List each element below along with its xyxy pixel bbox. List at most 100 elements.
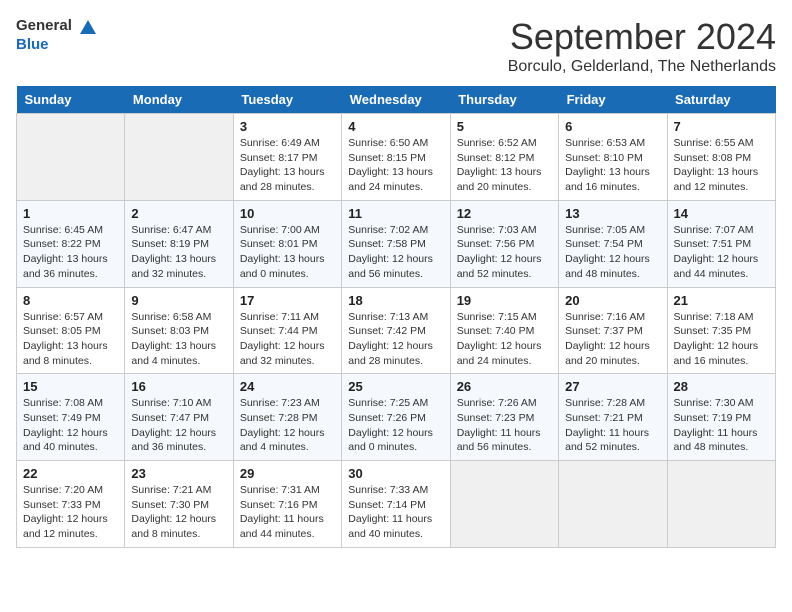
day-number: 22 — [23, 466, 118, 481]
day-info: Sunrise: 7:28 AM Sunset: 7:21 PM Dayligh… — [565, 396, 660, 455]
calendar-cell: 6 Sunrise: 6:53 AM Sunset: 8:10 PM Dayli… — [559, 114, 667, 201]
daylight-label: Daylight: 13 hours and 20 minutes. — [457, 166, 542, 193]
logo: General Blue — [16, 16, 98, 53]
sunrise-label: Sunrise: 6:47 AM — [131, 224, 211, 236]
day-number: 14 — [674, 206, 769, 221]
daylight-label: Daylight: 12 hours and 32 minutes. — [240, 340, 325, 367]
calendar-cell — [667, 461, 775, 548]
day-number: 8 — [23, 293, 118, 308]
calendar-cell: 1 Sunrise: 6:45 AM Sunset: 8:22 PM Dayli… — [17, 200, 125, 287]
title-block: September 2024 Borculo, Gelderland, The … — [508, 16, 776, 76]
day-number: 20 — [565, 293, 660, 308]
day-number: 13 — [565, 206, 660, 221]
daylight-label: Daylight: 12 hours and 0 minutes. — [348, 427, 433, 454]
sunset-label: Sunset: 8:17 PM — [240, 152, 318, 164]
calendar-cell: 7 Sunrise: 6:55 AM Sunset: 8:08 PM Dayli… — [667, 114, 775, 201]
sunset-label: Sunset: 8:12 PM — [457, 152, 535, 164]
day-number: 10 — [240, 206, 335, 221]
day-info: Sunrise: 7:10 AM Sunset: 7:47 PM Dayligh… — [131, 396, 226, 455]
daylight-label: Daylight: 13 hours and 12 minutes. — [674, 166, 759, 193]
day-number: 30 — [348, 466, 443, 481]
sunset-label: Sunset: 8:03 PM — [131, 325, 209, 337]
daylight-label: Daylight: 11 hours and 52 minutes. — [565, 427, 649, 454]
day-number: 26 — [457, 379, 552, 394]
calendar-cell: 25 Sunrise: 7:25 AM Sunset: 7:26 PM Dayl… — [342, 374, 450, 461]
sunset-label: Sunset: 7:56 PM — [457, 238, 535, 250]
sunrise-label: Sunrise: 6:53 AM — [565, 137, 645, 149]
day-info: Sunrise: 7:15 AM Sunset: 7:40 PM Dayligh… — [457, 310, 552, 369]
day-info: Sunrise: 7:25 AM Sunset: 7:26 PM Dayligh… — [348, 396, 443, 455]
calendar-cell: 12 Sunrise: 7:03 AM Sunset: 7:56 PM Dayl… — [450, 200, 558, 287]
daylight-label: Daylight: 11 hours and 44 minutes. — [240, 513, 324, 540]
day-number: 5 — [457, 119, 552, 134]
calendar-cell: 28 Sunrise: 7:30 AM Sunset: 7:19 PM Dayl… — [667, 374, 775, 461]
day-number: 21 — [674, 293, 769, 308]
daylight-label: Daylight: 12 hours and 28 minutes. — [348, 340, 433, 367]
day-info: Sunrise: 7:26 AM Sunset: 7:23 PM Dayligh… — [457, 396, 552, 455]
day-info: Sunrise: 7:33 AM Sunset: 7:14 PM Dayligh… — [348, 483, 443, 542]
daylight-label: Daylight: 13 hours and 8 minutes. — [23, 340, 108, 367]
sunset-label: Sunset: 8:22 PM — [23, 238, 101, 250]
calendar-cell: 2 Sunrise: 6:47 AM Sunset: 8:19 PM Dayli… — [125, 200, 233, 287]
daylight-label: Daylight: 12 hours and 36 minutes. — [131, 427, 216, 454]
location-subtitle: Borculo, Gelderland, The Netherlands — [508, 58, 776, 76]
sunset-label: Sunset: 7:23 PM — [457, 412, 535, 424]
day-info: Sunrise: 7:07 AM Sunset: 7:51 PM Dayligh… — [674, 223, 769, 282]
day-number: 12 — [457, 206, 552, 221]
day-number: 18 — [348, 293, 443, 308]
calendar-cell: 16 Sunrise: 7:10 AM Sunset: 7:47 PM Dayl… — [125, 374, 233, 461]
sunset-label: Sunset: 7:30 PM — [131, 499, 209, 511]
sunset-label: Sunset: 7:33 PM — [23, 499, 101, 511]
calendar-cell — [125, 114, 233, 201]
calendar-cell: 5 Sunrise: 6:52 AM Sunset: 8:12 PM Dayli… — [450, 114, 558, 201]
day-number: 17 — [240, 293, 335, 308]
sunrise-label: Sunrise: 7:11 AM — [240, 311, 319, 323]
day-number: 1 — [23, 206, 118, 221]
calendar-cell: 19 Sunrise: 7:15 AM Sunset: 7:40 PM Dayl… — [450, 287, 558, 374]
sunrise-label: Sunrise: 7:03 AM — [457, 224, 537, 236]
daylight-label: Daylight: 11 hours and 48 minutes. — [674, 427, 758, 454]
day-number: 28 — [674, 379, 769, 394]
day-info: Sunrise: 7:00 AM Sunset: 8:01 PM Dayligh… — [240, 223, 335, 282]
calendar-cell: 27 Sunrise: 7:28 AM Sunset: 7:21 PM Dayl… — [559, 374, 667, 461]
calendar-cell: 22 Sunrise: 7:20 AM Sunset: 7:33 PM Dayl… — [17, 461, 125, 548]
logo-text: General Blue — [16, 16, 98, 53]
col-thursday: Thursday — [450, 86, 558, 114]
calendar-header-row: Sunday Monday Tuesday Wednesday Thursday… — [17, 86, 776, 114]
day-info: Sunrise: 7:21 AM Sunset: 7:30 PM Dayligh… — [131, 483, 226, 542]
daylight-label: Daylight: 12 hours and 24 minutes. — [457, 340, 542, 367]
daylight-label: Daylight: 13 hours and 28 minutes. — [240, 166, 325, 193]
daylight-label: Daylight: 13 hours and 32 minutes. — [131, 253, 216, 280]
sunrise-label: Sunrise: 6:52 AM — [457, 137, 537, 149]
sunset-label: Sunset: 8:10 PM — [565, 152, 643, 164]
sunset-label: Sunset: 7:58 PM — [348, 238, 426, 250]
calendar-row-5: 22 Sunrise: 7:20 AM Sunset: 7:33 PM Dayl… — [17, 461, 776, 548]
calendar-cell: 21 Sunrise: 7:18 AM Sunset: 7:35 PM Dayl… — [667, 287, 775, 374]
day-info: Sunrise: 6:58 AM Sunset: 8:03 PM Dayligh… — [131, 310, 226, 369]
day-number: 16 — [131, 379, 226, 394]
sunset-label: Sunset: 7:44 PM — [240, 325, 318, 337]
day-info: Sunrise: 6:50 AM Sunset: 8:15 PM Dayligh… — [348, 136, 443, 195]
sunset-label: Sunset: 8:19 PM — [131, 238, 209, 250]
day-number: 27 — [565, 379, 660, 394]
day-number: 23 — [131, 466, 226, 481]
sunrise-label: Sunrise: 7:25 AM — [348, 397, 428, 409]
day-number: 7 — [674, 119, 769, 134]
sunrise-label: Sunrise: 7:08 AM — [23, 397, 103, 409]
calendar-row-3: 8 Sunrise: 6:57 AM Sunset: 8:05 PM Dayli… — [17, 287, 776, 374]
col-saturday: Saturday — [667, 86, 775, 114]
col-tuesday: Tuesday — [233, 86, 341, 114]
calendar-cell: 15 Sunrise: 7:08 AM Sunset: 7:49 PM Dayl… — [17, 374, 125, 461]
daylight-label: Daylight: 12 hours and 8 minutes. — [131, 513, 216, 540]
daylight-label: Daylight: 11 hours and 56 minutes. — [457, 427, 541, 454]
sunrise-label: Sunrise: 7:18 AM — [674, 311, 754, 323]
sunrise-label: Sunrise: 7:05 AM — [565, 224, 645, 236]
sunrise-label: Sunrise: 7:33 AM — [348, 484, 428, 496]
day-number: 3 — [240, 119, 335, 134]
sunset-label: Sunset: 7:54 PM — [565, 238, 643, 250]
sunrise-label: Sunrise: 7:26 AM — [457, 397, 537, 409]
sunrise-label: Sunrise: 7:00 AM — [240, 224, 320, 236]
calendar-cell: 29 Sunrise: 7:31 AM Sunset: 7:16 PM Dayl… — [233, 461, 341, 548]
calendar-cell: 24 Sunrise: 7:23 AM Sunset: 7:28 PM Dayl… — [233, 374, 341, 461]
daylight-label: Daylight: 12 hours and 48 minutes. — [565, 253, 650, 280]
